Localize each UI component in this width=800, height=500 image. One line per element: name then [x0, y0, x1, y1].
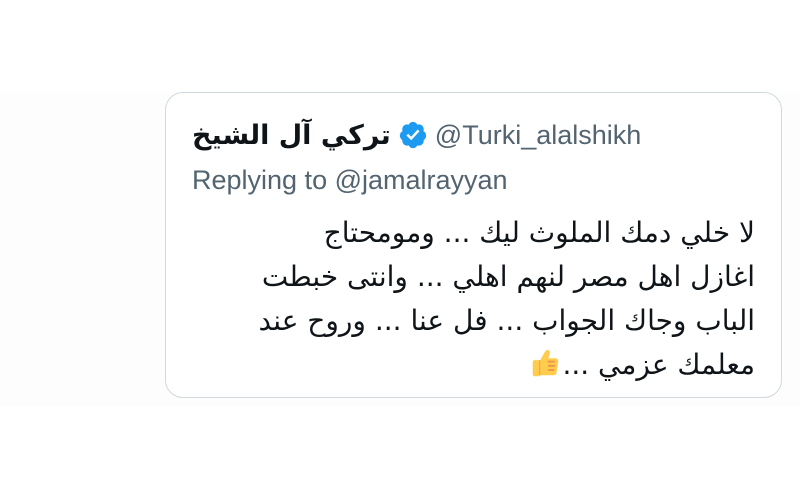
tweet-text-line: اغازل اهل مصر لنهم اهلي ... وانتى خبطت	[261, 260, 755, 293]
tweet-text: لا خلي دمك الملوث ليك ... ومومحتاج اغازل…	[195, 211, 755, 387]
tweet-text-line: الباب وجاك الجواب ... فل عنا ... وروح عن…	[258, 304, 755, 337]
author-handle[interactable]: @Turki_alalshikh	[435, 120, 641, 151]
replying-to-line: Replying to @jamalrayyan	[192, 165, 508, 196]
verified-badge-icon	[398, 120, 428, 150]
author-display-name[interactable]: تركي آل الشيخ	[192, 120, 391, 151]
tweet-text-line: لا خلي دمك الملوث ليك ... ومومحتاج	[323, 216, 755, 249]
bottom-whitespace	[0, 406, 800, 500]
tweet-text-line-last: معلمك عزمي ...	[195, 343, 755, 387]
thumbs-up-icon	[528, 346, 562, 380]
replying-to-handle-link[interactable]: @jamalrayyan	[335, 165, 508, 195]
quoted-tweet-card[interactable]: تركي آل الشيخ @Turki_alalshikh Replying …	[165, 92, 782, 398]
tweet-author-row: تركي آل الشيخ @Turki_alalshikh	[192, 115, 762, 155]
replying-to-label: Replying to	[192, 165, 328, 195]
tweet-text-last-words: معلمك عزمي ...	[562, 348, 755, 381]
top-whitespace	[0, 0, 800, 92]
